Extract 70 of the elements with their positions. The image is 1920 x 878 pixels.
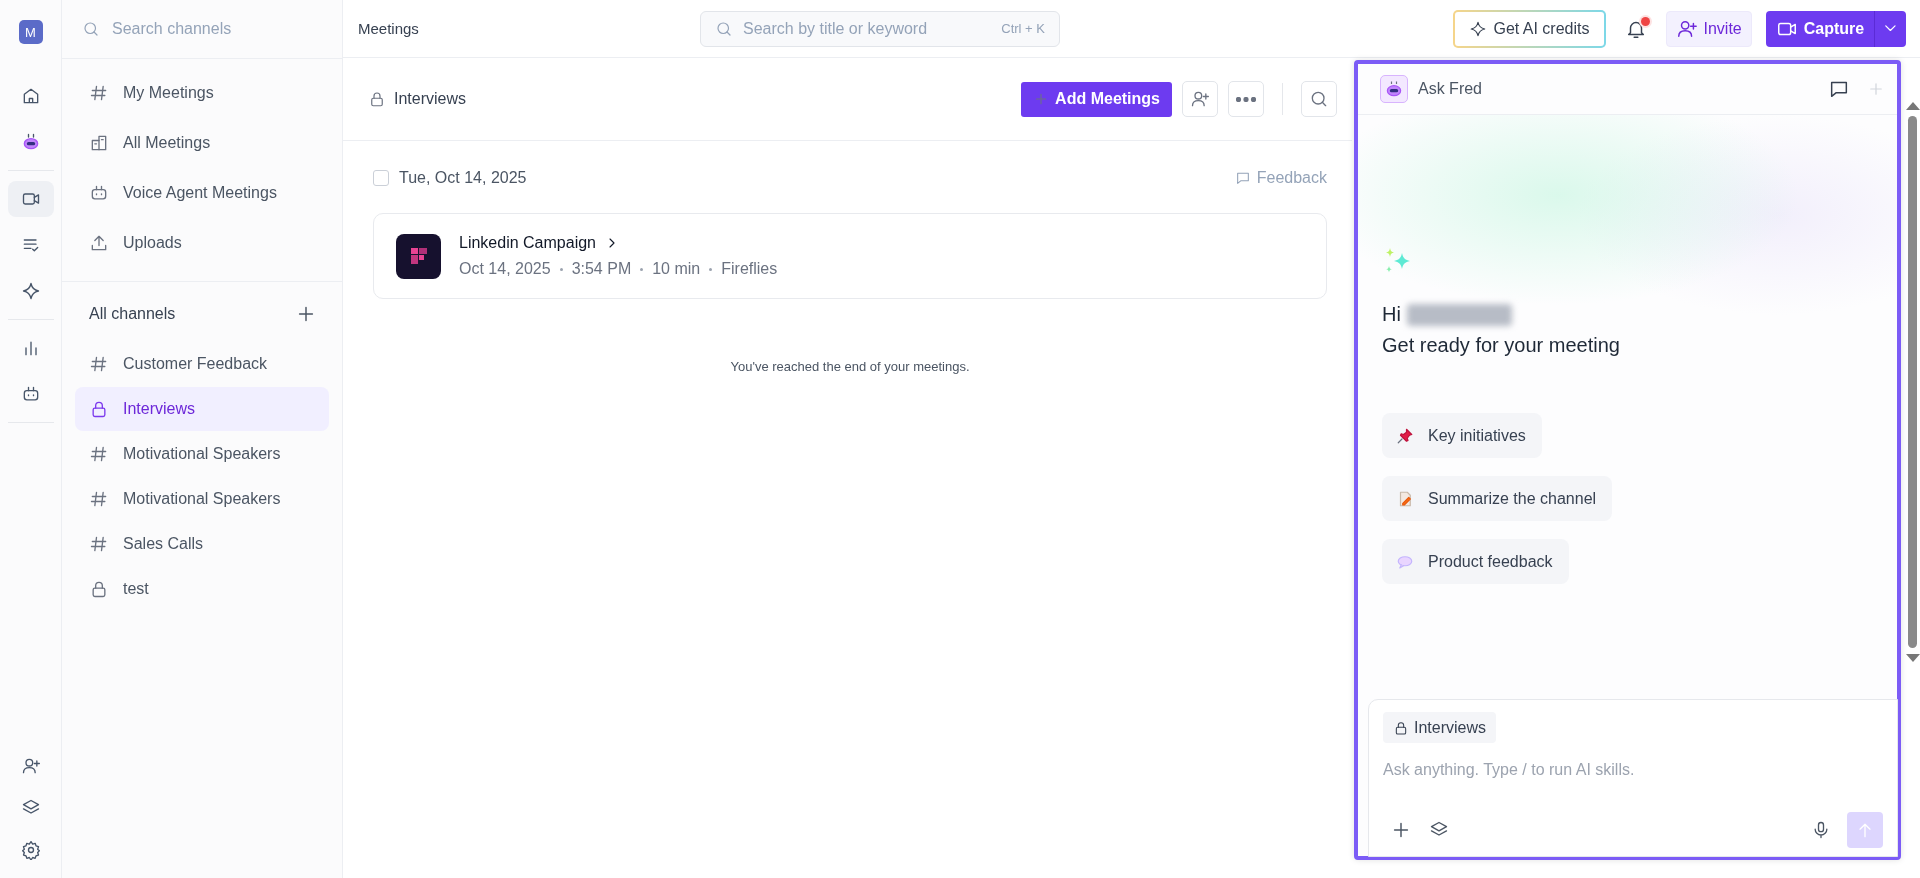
page-title: Meetings [358, 20, 420, 37]
hash-icon [89, 444, 109, 464]
channel-item[interactable]: test [75, 567, 329, 611]
end-of-list-note: You've reached the end of your meetings. [729, 359, 971, 374]
separator-dot [640, 267, 644, 271]
date-heading: Tue, Oct 14, 2025 [399, 169, 527, 187]
add-user-icon [20, 756, 41, 776]
rail-nav-item[interactable] [7, 181, 54, 217]
chevron-down-icon [1885, 25, 1896, 32]
panel-title: Ask Fred [1418, 80, 1482, 98]
greeting: Hi [1382, 303, 1401, 326]
more-button[interactable] [1228, 81, 1264, 117]
more-icon [1236, 96, 1256, 102]
meeting-card[interactable]: Linkedin Campaign Oct 14, 2025 3:54 PM 10 min Fireflies [373, 213, 1327, 299]
panel-subtitle: Get ready for your meeting [1382, 334, 1621, 357]
meeting-detail: Fireflies [721, 260, 778, 278]
section-heading: All channels [89, 305, 176, 323]
suggestion-chip[interactable]: Product feedback [1382, 539, 1569, 584]
sidebar-item[interactable]: My Meetings [75, 71, 329, 115]
hash-icon [89, 354, 109, 374]
lock-icon [1393, 719, 1409, 736]
message-field[interactable]: Ask anything. Type / to run AI skills. [1383, 761, 1883, 779]
channel-item[interactable]: Customer Feedback [75, 342, 329, 386]
meeting-title[interactable]: Linkedin Campaign [459, 234, 596, 252]
meeting-detail: Oct 14, 2025 [459, 260, 551, 278]
suggestion-chip[interactable]: Key initiatives [1382, 413, 1542, 458]
search-icon [715, 19, 733, 38]
separator-dot [709, 267, 713, 271]
sparkle-icon [20, 281, 41, 301]
hash-icon [89, 489, 109, 509]
add-user-icon [1190, 89, 1210, 109]
channel-item[interactable]: Motivational Speakers [75, 477, 329, 521]
chat-bubble-icon [1234, 170, 1251, 186]
search-icon [82, 20, 100, 38]
select-day-checkbox[interactable] [373, 170, 389, 186]
hash-icon [89, 83, 109, 103]
app-logo-icon [396, 233, 441, 279]
channel-item[interactable]: Motivational Speakers [75, 432, 329, 476]
search-button[interactable] [1301, 81, 1337, 117]
meeting-detail: 3:54 PM [571, 260, 632, 278]
channel-item[interactable]: Interviews [75, 387, 329, 431]
workspace-avatar[interactable]: M [18, 20, 43, 44]
context-chip[interactable]: Interviews [1383, 712, 1497, 743]
shortcut-hint: Ctrl + K [1001, 21, 1045, 36]
get-credits-button[interactable]: Get AI credits [1453, 9, 1606, 48]
meeting-detail: 10 min [652, 260, 701, 278]
upload-icon [89, 233, 109, 253]
sidebar-item[interactable]: All Meetings [75, 121, 329, 165]
sparkle-icon [1469, 19, 1488, 38]
channel-item[interactable]: Sales Calls [75, 522, 329, 566]
suggestion-chip[interactable]: Summarize the channel [1382, 476, 1613, 521]
add-meetings-button[interactable]: Add Meetings [1021, 81, 1172, 117]
hash-icon [89, 534, 109, 554]
building-icon [89, 133, 109, 153]
robot-icon [89, 183, 109, 203]
pushpin-icon [1396, 426, 1414, 445]
invite-button[interactable]: Invite [1665, 10, 1752, 47]
search-icon [1309, 89, 1329, 109]
plus-icon [1867, 80, 1885, 98]
add-member-button[interactable] [1182, 81, 1218, 117]
settings-icon [20, 840, 41, 860]
lock-icon [368, 90, 386, 108]
separator-dot [559, 267, 563, 271]
channel-search-field[interactable]: Search channels [110, 19, 322, 39]
channel-title: Interviews [394, 90, 467, 108]
sidebar-item[interactable]: Uploads [75, 221, 329, 265]
search-input[interactable]: Search by title or keyword [741, 18, 994, 39]
robot-face-icon [1380, 75, 1408, 103]
scrollbar[interactable] [1905, 102, 1920, 662]
sidebar-item[interactable]: Voice Agent Meetings [75, 171, 329, 215]
